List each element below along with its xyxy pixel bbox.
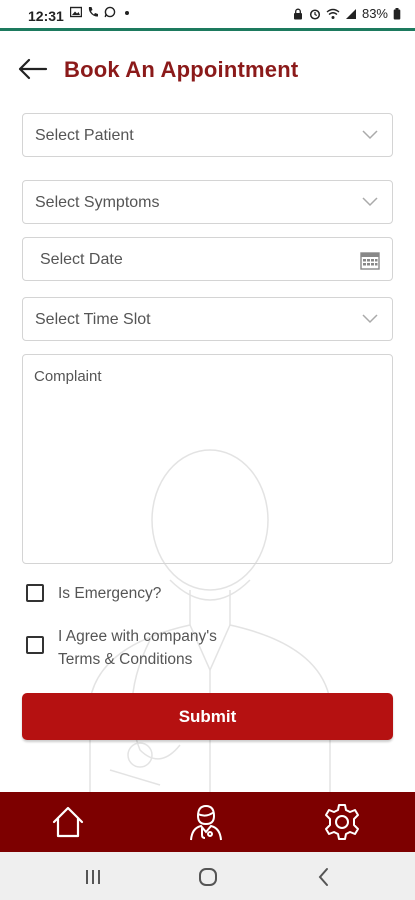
emergency-checkbox-row: Is Emergency? xyxy=(26,584,161,605)
system-nav-bar xyxy=(0,852,415,900)
agree-terms-checkbox[interactable] xyxy=(26,636,44,654)
status-left-icons xyxy=(70,6,133,18)
whatsapp-icon xyxy=(104,6,116,18)
agree-terms-checkbox-row: I Agree with company's Terms & Condition… xyxy=(26,625,217,671)
recent-apps-icon[interactable] xyxy=(82,866,104,888)
doctor-icon[interactable] xyxy=(186,802,226,842)
bottom-nav xyxy=(0,792,415,852)
complaint-placeholder: Complaint xyxy=(34,368,102,385)
back-arrow-icon[interactable] xyxy=(16,57,48,81)
status-time: 12:31 xyxy=(28,8,64,24)
select-time-slot-label: Select Time Slot xyxy=(35,311,151,328)
select-date-label: Select Date xyxy=(40,251,123,268)
dot-icon xyxy=(125,11,129,15)
battery-icon xyxy=(393,7,401,19)
chevron-down-icon xyxy=(362,130,378,140)
agree-terms-label: I Agree with company's Terms & Condition… xyxy=(58,625,217,671)
back-button-icon[interactable] xyxy=(313,866,335,888)
chevron-down-icon xyxy=(362,197,378,207)
alarm-icon xyxy=(309,8,321,20)
select-symptoms-label: Select Symptoms xyxy=(35,194,160,211)
emergency-checkbox[interactable] xyxy=(26,584,44,602)
calendar-icon xyxy=(360,252,380,270)
complaint-textarea[interactable]: Complaint xyxy=(22,354,393,564)
select-patient-label: Select Patient xyxy=(35,127,134,144)
status-right-icons: 83% xyxy=(292,6,401,21)
chevron-down-icon xyxy=(362,314,378,324)
wifi-icon xyxy=(326,8,340,19)
select-patient-dropdown[interactable]: Select Patient xyxy=(22,113,393,157)
gallery-icon xyxy=(70,6,82,18)
agree-terms-line2: Terms & Conditions xyxy=(58,651,193,668)
home-icon[interactable] xyxy=(48,802,88,842)
select-date-field[interactable]: Select Date xyxy=(22,237,393,281)
home-button-icon[interactable] xyxy=(197,866,219,888)
settings-icon[interactable] xyxy=(322,802,362,842)
status-bar: 12:31 83% xyxy=(0,0,415,31)
page-title: Book An Appointment xyxy=(64,57,299,82)
signal-icon xyxy=(345,8,356,19)
emergency-label: Is Emergency? xyxy=(58,585,162,602)
battery-percent: 83% xyxy=(361,6,388,21)
select-time-slot-dropdown[interactable]: Select Time Slot xyxy=(22,297,393,341)
agree-terms-line1: I Agree with company's xyxy=(58,628,217,645)
select-symptoms-dropdown[interactable]: Select Symptoms xyxy=(22,180,393,224)
phone-icon xyxy=(88,7,98,17)
lock-icon xyxy=(293,8,302,19)
submit-button[interactable]: Submit xyxy=(22,693,393,740)
header: Book An Appointment xyxy=(0,31,415,111)
